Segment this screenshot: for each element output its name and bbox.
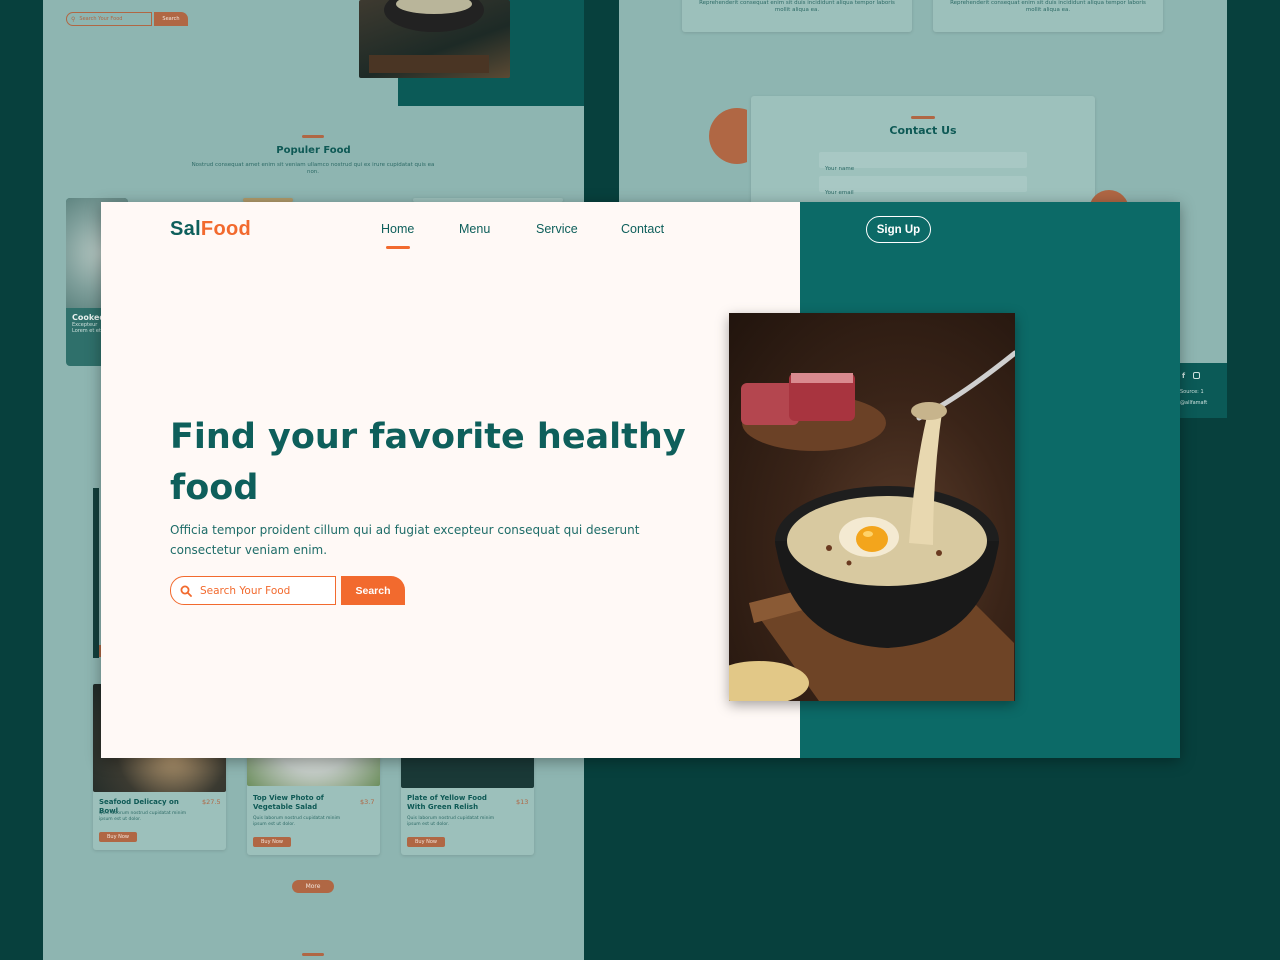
search-icon: ⚲ (71, 15, 76, 23)
bg-section-title: Populer Food (276, 145, 351, 156)
bg-footer-block: f Source: 1 @allfamaft (1180, 363, 1227, 418)
bg-search-input: ⚲ Search Your Food (66, 12, 152, 26)
search-icon (180, 585, 192, 597)
nav-home[interactable]: Home (381, 222, 414, 249)
bg-search-button: Search (154, 12, 188, 26)
hero-card: SalFood Home Menu Service Contact Sign U… (101, 202, 1180, 758)
search-box[interactable] (170, 576, 336, 605)
email-field: Your email (819, 176, 1027, 196)
buy-now-button: Buy Now (99, 832, 137, 842)
logo-part-2: Food (200, 218, 251, 240)
contact-title: Contact Us (889, 124, 957, 137)
buy-now-button: Buy Now (253, 837, 291, 847)
bg-title-underline (302, 135, 324, 138)
hero-subtext: Officia tempor proident cillum qui ad fu… (170, 523, 640, 557)
logo-part-1: Sal (170, 218, 201, 240)
name-field: Your name (819, 152, 1027, 172)
testimonial-card: Reprehenderit consequat enim sit duis in… (933, 0, 1163, 32)
logo[interactable]: SalFood (170, 218, 251, 241)
instagram-icon (1193, 372, 1200, 379)
buy-now-button: Buy Now (407, 837, 445, 847)
bg-title-underline (302, 953, 324, 956)
bowl-illustration (369, 0, 489, 73)
bg-section-desc: Nostrud consequat amet enim sit veniam u… (191, 162, 435, 176)
contact-underline (911, 116, 935, 119)
hero-food-photo (729, 313, 1015, 701)
nav-service[interactable]: Service (536, 222, 578, 236)
food-photo-illustration (729, 350, 1015, 701)
hero-headline: Find your favorite healthy food (170, 417, 686, 508)
nav-menu[interactable]: Menu (459, 222, 490, 236)
more-button: More (292, 880, 334, 893)
search-input[interactable] (200, 584, 328, 597)
bg-dark-strip (93, 488, 99, 658)
signup-button[interactable]: Sign Up (866, 216, 931, 243)
search-button[interactable]: Search (341, 576, 405, 605)
facebook-icon: f (1182, 372, 1186, 380)
bg-food-photo (359, 0, 510, 78)
testimonial-card: Reprehenderit consequat enim sit duis in… (682, 0, 912, 32)
nav-contact[interactable]: Contact (621, 222, 664, 236)
